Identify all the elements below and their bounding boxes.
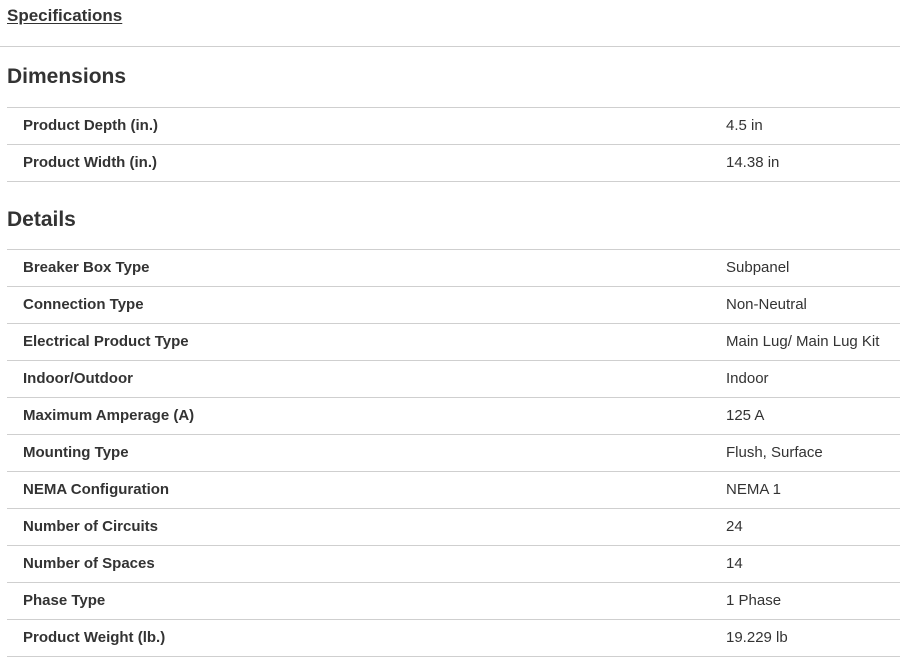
spec-label: Electrical Product Type — [23, 333, 189, 350]
table-row: Number of Spaces 14 — [7, 546, 900, 583]
spec-label: Mounting Type — [23, 444, 129, 461]
spec-value: Subpanel — [726, 259, 790, 276]
spec-value: 19.229 lb — [726, 629, 788, 646]
spec-value: 4.5 in — [726, 117, 763, 134]
spec-label: Product Depth (in.) — [23, 117, 158, 134]
header-divider — [0, 46, 900, 47]
spec-label: Number of Spaces — [23, 555, 155, 572]
spec-label: NEMA Configuration — [23, 481, 170, 498]
spec-value: 125 A — [726, 407, 765, 424]
section-title-dimensions: Dimensions — [7, 65, 127, 88]
spec-label: Connection Type — [23, 296, 144, 313]
spec-value: 1 Phase — [726, 592, 782, 609]
spec-value: Indoor — [726, 370, 769, 387]
table-row: NEMA Configuration NEMA 1 — [7, 472, 900, 509]
spec-value: NEMA 1 — [726, 481, 782, 498]
spec-value: Flush, Surface — [726, 444, 823, 461]
spec-label: Indoor/Outdoor — [23, 370, 133, 387]
details-table: Breaker Box Type Subpanel Connection Typ… — [7, 249, 900, 657]
table-row: Number of Circuits 24 — [7, 509, 900, 546]
table-row: Electrical Product Type Main Lug/ Main L… — [7, 324, 900, 361]
spec-label: Number of Circuits — [23, 518, 159, 535]
table-row: Indoor/Outdoor Indoor — [7, 361, 900, 398]
spec-label: Product Width (in.) — [23, 154, 158, 171]
table-row: Product Depth (in.) 4.5 in — [7, 108, 900, 145]
table-row: Breaker Box Type Subpanel — [7, 250, 900, 287]
spec-label: Breaker Box Type — [23, 259, 150, 276]
specifications-link[interactable]: Specifications — [7, 6, 122, 26]
spec-label: Product Weight (lb.) — [23, 629, 166, 646]
section-title-details: Details — [7, 208, 76, 231]
spec-value: Non-Neutral — [726, 296, 807, 313]
spec-label: Maximum Amperage (A) — [23, 407, 195, 424]
spec-value: 14.38 in — [726, 154, 780, 171]
dimensions-table: Product Depth (in.) 4.5 in Product Width… — [7, 107, 900, 182]
table-row: Product Weight (lb.) 19.229 lb — [7, 620, 900, 657]
table-row: Connection Type Non-Neutral — [7, 287, 900, 324]
table-row: Mounting Type Flush, Surface — [7, 435, 900, 472]
table-row: Product Width (in.) 14.38 in — [7, 145, 900, 182]
spec-value: 24 — [726, 518, 743, 535]
spec-label: Phase Type — [23, 592, 106, 609]
spec-value: 14 — [726, 555, 743, 572]
spec-value: Main Lug/ Main Lug Kit — [726, 333, 880, 350]
table-row: Phase Type 1 Phase — [7, 583, 900, 620]
table-row: Maximum Amperage (A) 125 A — [7, 398, 900, 435]
